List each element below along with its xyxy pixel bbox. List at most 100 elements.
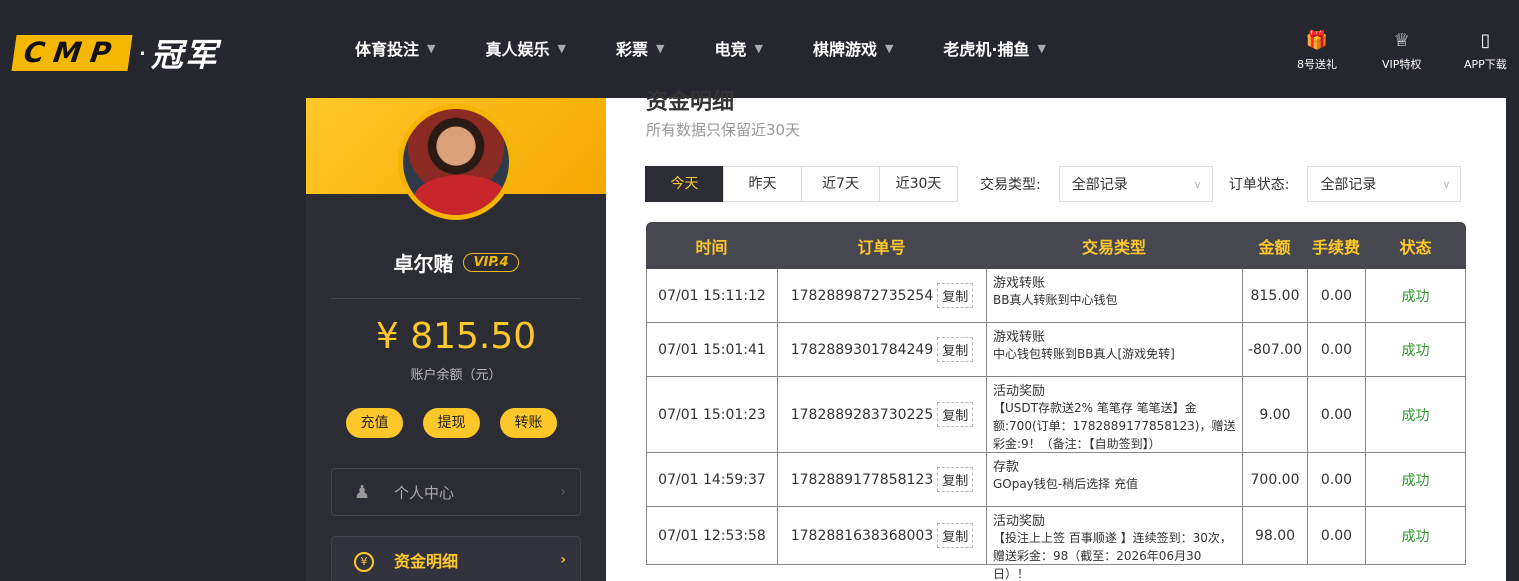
cell-amount: 9.00: [1242, 377, 1307, 452]
type-main: 活动奖励: [993, 514, 1046, 529]
nav-item-live-casino[interactable]: 真人娱乐 ▼: [485, 36, 565, 60]
table-row: 07/01 12:53:58 1782881638368003 复制 活动奖励【投…: [646, 507, 1466, 581]
header-type: 交易类型: [1081, 237, 1146, 257]
menu-item-label: 资金明细: [394, 552, 459, 571]
order-number: 1782889177858123: [790, 471, 934, 488]
cell-fee: 0.00: [1307, 323, 1365, 376]
header-status: 状态: [1399, 237, 1432, 257]
type-main: 活动奖励: [993, 384, 1046, 399]
tab-yesterday[interactable]: 昨天: [723, 166, 802, 202]
cell-amount: -807.00: [1242, 323, 1307, 376]
util-label: APP下载: [1464, 58, 1507, 71]
cell-fee: 0.00: [1307, 377, 1365, 452]
cell-order: 1782889283730225 复制: [777, 377, 986, 452]
cell-type: 游戏转账 BB真人转账到中心钱包: [986, 269, 1242, 322]
cell-fee: 0.00: [1307, 269, 1365, 322]
fund-details-panel: 资金明细 所有数据只保留近30天 今天 昨天 近7天 近30天 交易类型: 全部…: [606, 90, 1506, 581]
chevron-down-icon: ▼: [557, 41, 566, 55]
chevron-down-icon: ▼: [427, 41, 436, 55]
copy-button[interactable]: 复制: [937, 402, 974, 427]
tab-last-7-days[interactable]: 近7天: [801, 166, 880, 202]
header-time: 时间: [695, 237, 728, 257]
type-desc: GOpay钱包-稍后选择 充值: [993, 477, 1138, 491]
nav-item-slots-fishing[interactable]: 老虎机·捕鱼 ▼: [943, 36, 1046, 60]
page-subtitle: 所有数据只保留近30天: [646, 121, 801, 139]
withdraw-button[interactable]: 提现: [423, 408, 480, 438]
menu-item-personal-center[interactable]: ♟ 个人中心 ›: [331, 468, 581, 516]
chevron-down-icon: ∨: [1442, 177, 1451, 191]
user-icon: ♟: [354, 481, 371, 503]
cell-type: 活动奖励【投注上上签 百事顺遂 】连续签到：30次，赠送彩金：98（截至：202…: [986, 507, 1242, 581]
logo-dot: ·: [137, 36, 147, 70]
cell-type: 活动奖励【USDT存款送2% 笔笔存 笔笔送】金额:700(订单：1782889…: [986, 377, 1242, 452]
util-gift[interactable]: 🎁 8号送礼: [1297, 30, 1337, 72]
menu-item-label: 个人中心: [394, 483, 455, 502]
chevron-down-icon: ▼: [1037, 41, 1046, 55]
util-app-download[interactable]: ▯ APP下载: [1464, 30, 1507, 72]
nav-item-lottery[interactable]: 彩票 ▼: [616, 36, 664, 60]
status-badge: 成功: [1401, 407, 1430, 424]
nav-item-sports[interactable]: 体育投注 ▼: [355, 36, 435, 60]
username: 卓尔赌: [393, 252, 454, 276]
divider: [331, 298, 581, 299]
balance-label: 账户余额（元）: [410, 368, 502, 383]
select-value: 全部记录: [1071, 177, 1128, 193]
transfer-button[interactable]: 转账: [500, 408, 557, 438]
status-badge: 成功: [1401, 528, 1430, 545]
avatar[interactable]: [398, 104, 514, 220]
type-main: 存款: [993, 460, 1020, 475]
cell-order: 1782889177858123 复制: [777, 453, 986, 506]
brand-logo[interactable]: CMP · 冠军: [11, 30, 219, 76]
nav-item-card-games[interactable]: 棋牌游戏 ▼: [813, 36, 893, 60]
cell-order: 1782881638368003 复制: [777, 507, 986, 564]
tab-today[interactable]: 今天: [645, 166, 724, 202]
copy-button[interactable]: 复制: [937, 523, 974, 548]
deposit-button[interactable]: 充值: [346, 408, 403, 438]
copy-button[interactable]: 复制: [937, 283, 974, 308]
filter-bar: 今天 昨天 近7天 近30天 交易类型: 全部记录 ∨ 订单状态: 全部记录 ∨: [645, 166, 1462, 202]
cell-status: 成功: [1365, 453, 1466, 506]
cell-amount: 815.00: [1242, 269, 1307, 322]
type-filter-select[interactable]: 全部记录 ∨: [1058, 166, 1213, 202]
type-desc: 【USDT存款送2% 笔笔存 笔笔送】金额:700(订单：17828891778…: [993, 401, 1236, 451]
page-title: 资金明细: [646, 90, 735, 115]
cell-status: 成功: [1365, 507, 1466, 564]
status-filter-label: 订单状态:: [1228, 177, 1290, 193]
util-label: VIP特权: [1382, 58, 1422, 71]
order-number: 1782889301784249: [790, 341, 934, 358]
tab-last-30-days[interactable]: 近30天: [879, 166, 958, 202]
wallet-actions: 充值 提现 转账: [346, 408, 577, 438]
status-filter-select[interactable]: 全部记录 ∨: [1307, 166, 1462, 202]
balance-amount: ¥ 815.50: [375, 316, 537, 357]
cell-time: 07/01 15:11:12: [646, 269, 777, 322]
table-row: 07/01 15:11:12 1782889872735254 复制 游戏转账 BB…: [646, 269, 1466, 323]
nav-label: 体育投注: [355, 40, 420, 59]
chevron-down-icon: ▼: [754, 41, 763, 55]
cell-time: 07/01 15:01:23: [646, 377, 777, 452]
cell-time: 07/01 12:53:58: [646, 507, 777, 564]
chevron-down-icon: ∨: [1193, 177, 1202, 191]
vip-badge: VIP.4: [463, 253, 519, 272]
header-amount: 金额: [1258, 237, 1291, 257]
cell-status: 成功: [1365, 269, 1466, 322]
top-navbar: CMP · 冠军 体育投注 ▼ 真人娱乐 ▼ 彩票 ▼ 电竞 ▼ 棋牌游戏 ▼ 老虎机·捕…: [0, 0, 1519, 98]
order-number: 1782881638368003: [790, 527, 934, 544]
type-desc: 【投注上上签 百事顺遂 】连续签到：30次，赠送彩金：98（截至：2026年06…: [993, 531, 1232, 581]
table-row: 07/01 15:01:41 1782889301784249 复制 游戏转账 中心…: [646, 323, 1466, 377]
order-number: 1782889872735254: [790, 287, 934, 304]
copy-button[interactable]: 复制: [937, 467, 974, 492]
yuan-coin-icon: ¥: [354, 549, 378, 572]
gift-icon: 🎁: [1305, 30, 1329, 51]
cell-time: 07/01 15:01:41: [646, 323, 777, 376]
cell-fee: 0.00: [1307, 453, 1365, 506]
cell-time: 07/01 14:59:37: [646, 453, 777, 506]
menu-item-fund-details[interactable]: ¥ 资金明细 ›: [331, 536, 581, 581]
type-main: 游戏转账: [993, 276, 1046, 291]
crown-icon: ♕: [1393, 30, 1410, 51]
table-row: 07/01 15:01:23 1782889283730225 复制 活动奖励【U…: [646, 377, 1466, 453]
phone-icon: ▯: [1480, 30, 1491, 51]
cell-order: 1782889872735254 复制: [777, 269, 986, 322]
util-vip[interactable]: ♕ VIP特权: [1382, 30, 1421, 72]
nav-item-esports[interactable]: 电竞 ▼: [714, 36, 762, 60]
copy-button[interactable]: 复制: [937, 337, 974, 362]
